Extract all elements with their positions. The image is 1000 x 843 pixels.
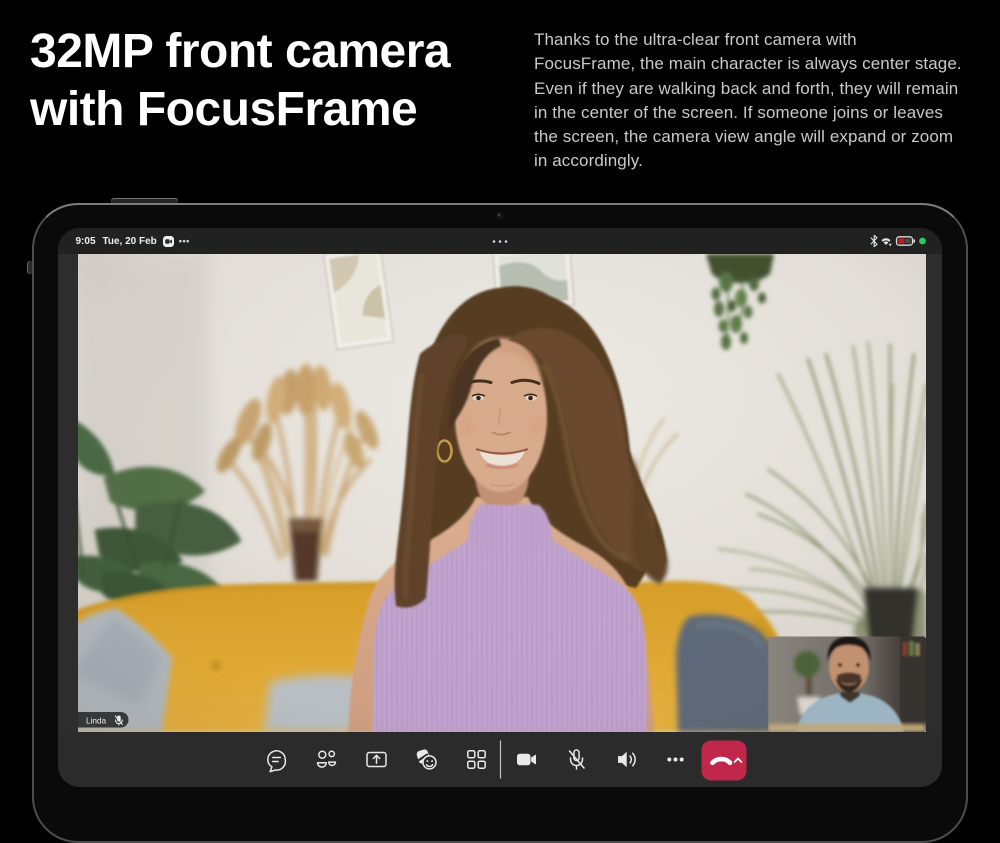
svg-text:Linda: Linda <box>86 717 106 726</box>
